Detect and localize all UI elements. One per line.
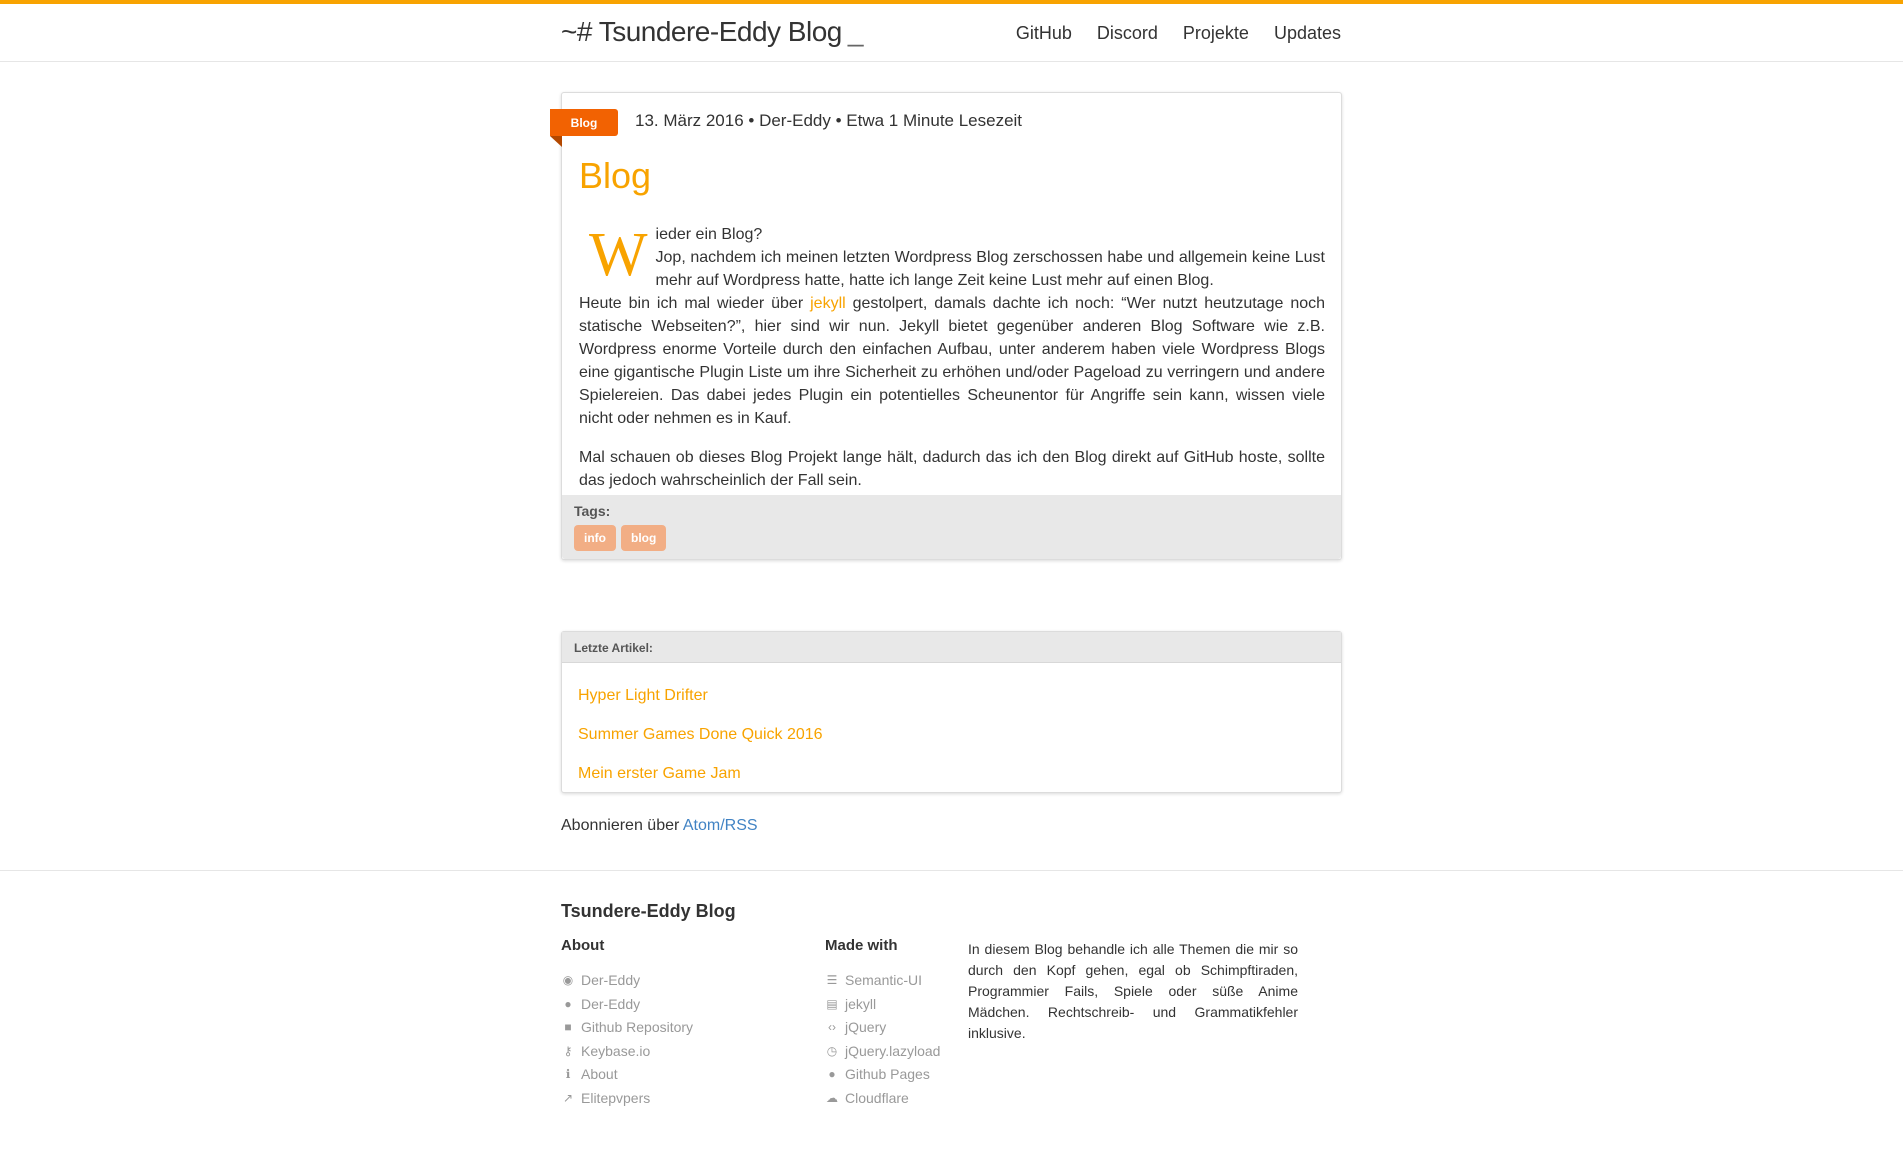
main-nav: GitHub Discord Projekte Updates xyxy=(1016,23,1341,44)
info-icon: ℹ xyxy=(565,1067,571,1081)
footer-made-heading: Made with xyxy=(825,937,898,954)
jekyll-link[interactable]: jekyll xyxy=(810,295,846,312)
tags-label: Tags: xyxy=(574,503,611,519)
recent-articles: Letzte Artikel: Hyper Light Drifter Summ… xyxy=(561,631,1342,793)
post-meta: 13. März 2016 • Der-Eddy • Etwa 1 Minute… xyxy=(635,111,1023,130)
footer-link-lazyload[interactable]: ◷ jQuery.lazyload xyxy=(825,1040,941,1064)
recent-article-link[interactable]: Hyper Light Drifter xyxy=(578,676,1325,715)
subscribe-line: Abonnieren über Atom/RSS xyxy=(561,817,758,835)
steam-icon: ◉ xyxy=(562,973,574,987)
post-card: Blog 13. März 2016 • Der-Eddy • Etwa 1 M… xyxy=(550,92,1342,560)
external-link-icon: ↗ xyxy=(562,1090,574,1105)
footer-link-label: jQuery.lazyload xyxy=(845,1042,941,1059)
github-icon: ● xyxy=(828,1067,836,1081)
footer-link-cloudflare[interactable]: ☁ Cloudflare xyxy=(825,1087,940,1111)
post-body: Wieder ein Blog? Jop, nachdem ich meinen… xyxy=(579,223,1325,492)
footer-link-label: Der-Eddy xyxy=(581,972,641,988)
category-ribbon[interactable]: Blog xyxy=(550,109,618,147)
post-text-after-link: gestolpert, damals dachte ich noch: “Wer… xyxy=(579,295,1326,427)
clock-icon: ◷ xyxy=(826,1043,838,1058)
post-text-before-link: Heute bin ich mal wieder über xyxy=(579,295,811,312)
footer-link-github-pages[interactable]: ● Github Pages xyxy=(825,1063,940,1087)
nav-discord[interactable]: Discord xyxy=(1097,23,1158,44)
rss-link[interactable]: Atom/RSS xyxy=(683,817,758,834)
html5-icon: ▤ xyxy=(826,996,838,1011)
post-paragraph-2: Mal schauen ob dieses Blog Projekt lange… xyxy=(579,449,1325,489)
nav-updates[interactable]: Updates xyxy=(1274,23,1341,44)
footer-link-steam[interactable]: ◉ Der-Eddy xyxy=(561,969,693,993)
post-paragraph: Wieder ein Blog? Jop, nachdem ich meinen… xyxy=(579,223,1325,430)
tag-info[interactable]: info xyxy=(574,525,616,551)
footer-link-jquery[interactable]: ‹› jQuery xyxy=(825,1016,940,1040)
subscribe-text: Abonnieren über xyxy=(561,817,683,834)
code-icon: ‹› xyxy=(828,1020,836,1034)
css3-icon: ☰ xyxy=(826,973,838,987)
nav-projekte[interactable]: Projekte xyxy=(1183,23,1249,44)
footer-link-elitepvpers[interactable]: ↗ Elitepvpers xyxy=(561,1087,693,1111)
tags-bar: Tags: info blog xyxy=(562,495,1341,559)
key-icon: ⚷ xyxy=(563,1043,573,1058)
dropcap: W xyxy=(589,221,648,289)
cloud-icon: ☁ xyxy=(826,1090,838,1105)
site-footer: Tsundere-Eddy Blog About ◉ Der-Eddy ● Der-… xyxy=(0,870,1903,1151)
post-text-line: Jop, nachdem ich meinen letzten Wordpres… xyxy=(655,249,1325,289)
footer-link-label: Elitepvpers xyxy=(581,1089,651,1106)
footer-title: Tsundere-Eddy Blog xyxy=(561,901,736,921)
recent-article-link[interactable]: Summer Games Done Quick 2016 xyxy=(578,715,1325,754)
nav-github[interactable]: GitHub xyxy=(1016,23,1072,44)
post-text-intro: ieder ein Blog? xyxy=(655,226,763,243)
footer-link-github-repo[interactable]: ■ Github Repository xyxy=(561,1016,693,1040)
footer-link-label: Semantic-UI xyxy=(845,972,923,988)
footer-link-label: Cloudflare xyxy=(845,1089,909,1106)
footer-link-label: Github Pages xyxy=(845,1066,930,1082)
footer-link-jekyll[interactable]: ▤ jekyll xyxy=(825,993,940,1017)
recent-article-link[interactable]: Mein erster Game Jam xyxy=(578,754,1325,793)
footer-link-keybase[interactable]: ⚷ Keybase.io xyxy=(561,1040,693,1064)
footer-link-label: About xyxy=(581,1066,618,1082)
post-title: Blog xyxy=(579,155,652,196)
footer-link-label: jekyll xyxy=(845,995,877,1012)
brand-cursor: _ xyxy=(847,16,864,47)
brand-text: ~# Tsundere-Eddy Blog xyxy=(561,16,842,47)
recent-articles-list: Hyper Light Drifter Summer Games Done Qu… xyxy=(562,663,1341,806)
tag-list: info blog xyxy=(574,525,667,551)
footer-link-label: Keybase.io xyxy=(581,1042,651,1059)
footer-link-label: Github Repository xyxy=(581,1019,694,1035)
recent-articles-heading: Letzte Artikel: xyxy=(562,632,1341,663)
footer-about-heading: About xyxy=(561,937,605,954)
github-icon: ● xyxy=(564,996,572,1011)
footer-made-with-column: Made with ☰ Semantic-UI ▤ jekyll ‹› jQuery … xyxy=(825,937,940,1110)
footer-link-label: jQuery xyxy=(845,1019,887,1035)
footer-description: In diesem Blog behandle ich alle Themen … xyxy=(968,941,1298,1041)
footer-link-label: Der-Eddy xyxy=(581,995,641,1012)
footer-link-about[interactable]: ℹ About xyxy=(561,1063,693,1087)
footer-link-semantic-ui[interactable]: ☰ Semantic-UI xyxy=(825,969,940,993)
footer-about-column: About ◉ Der-Eddy ● Der-Eddy ■ Github Reposi… xyxy=(561,937,693,1110)
site-brand-link[interactable]: ~# Tsundere-Eddy Blog _ xyxy=(561,16,863,48)
site-header: ~# Tsundere-Eddy Blog _ GitHub Discord Pr… xyxy=(0,4,1903,62)
github-square-icon: ■ xyxy=(564,1020,572,1034)
footer-link-github[interactable]: ● Der-Eddy xyxy=(561,993,693,1017)
tag-blog[interactable]: blog xyxy=(621,525,667,551)
